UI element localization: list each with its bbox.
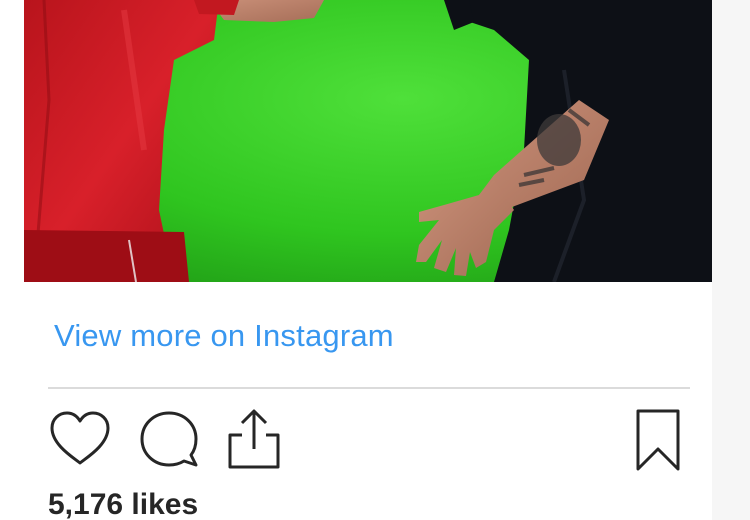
share-button[interactable]: [222, 405, 286, 473]
page-gutter: [712, 0, 750, 520]
speech-bubble-icon: [136, 407, 200, 471]
instagram-embed-page: View more on Instagram 5,176 likes: [0, 0, 750, 520]
bookmark-icon: [626, 407, 690, 471]
like-button[interactable]: [48, 405, 112, 473]
divider: [48, 387, 690, 389]
share-upload-icon: [222, 407, 286, 471]
post-action-bar: [48, 405, 690, 473]
instagram-embed-card: View more on Instagram 5,176 likes: [24, 0, 712, 520]
post-photo-illustration: [24, 0, 712, 282]
save-button[interactable]: [626, 405, 690, 473]
comment-button[interactable]: [136, 405, 200, 473]
post-photo[interactable]: [24, 0, 712, 282]
view-more-on-instagram-link[interactable]: View more on Instagram: [54, 318, 394, 354]
heart-icon: [48, 407, 112, 471]
likes-count[interactable]: 5,176 likes: [48, 488, 198, 520]
